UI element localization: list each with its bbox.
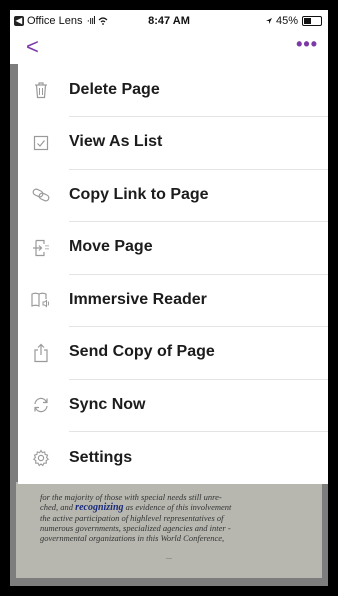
menu-item-settings[interactable]: Settings	[18, 432, 328, 485]
doc-line: the active participation of highlevel re…	[40, 513, 224, 523]
nav-bar: < •••	[10, 32, 328, 64]
menu-item-send-copy[interactable]: Send Copy of Page	[18, 327, 328, 380]
menu-item-immersive-reader[interactable]: Immersive Reader	[18, 274, 328, 327]
menu-item-label: View As List	[69, 116, 328, 170]
location-arrow-icon	[265, 17, 273, 25]
app-screen: ◀ Office Lens ·ııl 8:47 AM 45% < ••• for…	[10, 10, 328, 586]
menu-item-label: Move Page	[69, 221, 328, 275]
status-right: 45%	[265, 15, 322, 27]
doc-text: as evidence of this involvement	[123, 502, 232, 512]
doc-line: ched, and recognizing as evidence of thi…	[40, 502, 306, 513]
page-options-menu: Delete Page View As List Copy Link to Pa…	[18, 64, 328, 484]
trash-icon	[30, 79, 52, 101]
menu-item-label: Settings	[69, 448, 133, 466]
battery-fill	[304, 18, 312, 24]
menu-item-delete-page[interactable]: Delete Page	[18, 64, 328, 117]
menu-item-copy-link[interactable]: Copy Link to Page	[18, 169, 328, 222]
link-icon	[30, 184, 52, 206]
more-options-button[interactable]: •••	[296, 34, 318, 55]
doc-highlight: recognizing	[75, 502, 124, 513]
menu-item-label: Sync Now	[69, 379, 328, 432]
doc-line: governmental organizations in this World…	[40, 533, 225, 543]
doc-line: for the majority of those with special n…	[40, 492, 222, 502]
menu-item-label: Delete Page	[69, 64, 328, 117]
document-preview: for the majority of those with special n…	[16, 482, 322, 578]
menu-item-view-as-list[interactable]: View As List	[18, 117, 328, 170]
menu-item-label: Immersive Reader	[69, 274, 328, 327]
menu-item-label: Copy Link to Page	[69, 169, 328, 222]
back-button[interactable]: <	[26, 36, 39, 58]
checkbox-icon	[30, 132, 52, 154]
sync-icon	[30, 394, 52, 416]
share-icon	[30, 342, 52, 364]
doc-text: ched, and	[40, 502, 76, 512]
menu-item-label: Send Copy of Page	[69, 326, 328, 380]
menu-item-move-page[interactable]: Move Page	[18, 222, 328, 275]
doc-line: numerous governments, specialized agenci…	[40, 523, 231, 533]
immersive-reader-icon	[30, 289, 52, 311]
move-page-icon	[30, 237, 52, 259]
gear-icon	[30, 447, 52, 469]
menu-item-sync-now[interactable]: Sync Now	[18, 379, 328, 432]
doc-footer: —	[166, 556, 172, 562]
status-bar: ◀ Office Lens ·ııl 8:47 AM 45%	[10, 10, 328, 32]
battery-icon	[302, 16, 322, 26]
battery-percent: 45%	[275, 15, 298, 27]
